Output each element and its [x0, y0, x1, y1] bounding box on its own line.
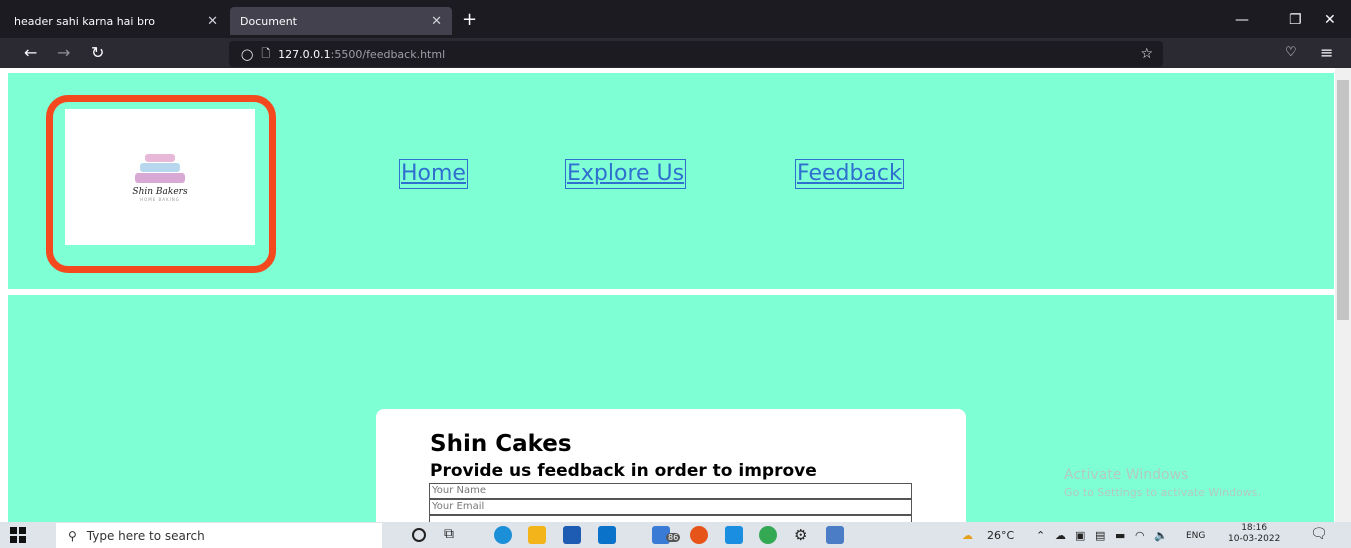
forward-icon[interactable]: →	[57, 43, 70, 63]
tray-icon[interactable]: ▣	[1075, 529, 1085, 542]
activate-windows-title: Activate Windows	[1064, 467, 1189, 483]
close-icon[interactable]: ✕	[431, 14, 442, 29]
cake-tier-icon	[145, 153, 175, 162]
clock[interactable]: 18:16 10-03-2022	[1228, 523, 1280, 545]
mail-icon[interactable]	[598, 526, 616, 544]
tab-title: Document	[240, 14, 297, 28]
weather-icon: ☁	[962, 529, 973, 542]
minimize-icon[interactable]: —	[1235, 12, 1249, 28]
task-view-icon[interactable]: ⧉	[444, 526, 454, 542]
reload-icon[interactable]: ↻	[91, 43, 104, 63]
vscode-icon[interactable]	[725, 526, 743, 544]
back-icon[interactable]: ←	[24, 43, 37, 63]
app-icon[interactable]	[826, 526, 844, 544]
page-viewport: Shin Bakers HOME BAKING Home Explore Us …	[0, 68, 1335, 522]
chevron-up-icon[interactable]: ⌃	[1036, 529, 1045, 542]
close-window-icon[interactable]: ✕	[1324, 12, 1336, 28]
store-icon[interactable]	[563, 526, 581, 544]
url-path: :5500/feedback.html	[330, 47, 446, 61]
tab-document[interactable]: Document ✕	[230, 7, 452, 35]
cake-tier-icon	[135, 172, 185, 183]
search-placeholder: Type here to search	[86, 528, 205, 543]
time: 18:16	[1241, 523, 1268, 533]
edge-icon[interactable]	[494, 526, 512, 544]
card-title: Shin Cakes	[430, 431, 572, 457]
file-explorer-icon[interactable]	[528, 526, 546, 544]
onedrive-icon[interactable]: ☁	[1055, 529, 1066, 542]
logo-subtext: HOME BAKING	[140, 196, 180, 202]
settings-icon[interactable]: ⚙	[794, 526, 807, 544]
search-icon: ⚲	[68, 528, 77, 543]
activate-windows-subtitle: Go to Settings to activate Windows.	[1064, 486, 1262, 499]
badge: 86	[666, 533, 681, 542]
page-icon: 🗋	[261, 46, 271, 60]
tab-title: header sahi karna hai bro	[14, 14, 155, 28]
close-icon[interactable]: ✕	[207, 14, 218, 29]
url-bar[interactable]: ◯ 🗋 127.0.0.1:5500/feedback.html ☆	[229, 41, 1163, 67]
site-header: Shin Bakers HOME BAKING Home Explore Us …	[8, 73, 1334, 289]
cake-tier-icon	[140, 162, 180, 172]
windows-start-icon[interactable]	[10, 527, 26, 543]
message-field[interactable]	[429, 515, 912, 522]
bookmark-star-icon[interactable]: ☆	[1140, 46, 1153, 62]
logo-image[interactable]: Shin Bakers HOME BAKING	[65, 109, 255, 245]
chrome-icon[interactable]	[759, 526, 777, 544]
firefox-icon[interactable]	[690, 526, 708, 544]
email-field[interactable]: Your Email	[429, 499, 912, 515]
nav-link-feedback[interactable]: Feedback	[795, 159, 904, 189]
shield-icon: ◯	[241, 47, 254, 61]
wifi-icon[interactable]: ◠	[1135, 529, 1145, 542]
nav-link-explore-us[interactable]: Explore Us	[565, 159, 687, 189]
feedback-card: Shin Cakes Provide us feedback in order …	[376, 409, 966, 522]
nav-link-home[interactable]: Home	[399, 159, 468, 189]
tray-icon[interactable]: ▤	[1095, 529, 1105, 542]
notifications-icon[interactable]: 🗨	[1310, 526, 1328, 542]
battery-icon[interactable]: ▬	[1115, 529, 1125, 542]
scrollbar-thumb[interactable]	[1337, 80, 1349, 320]
date: 10-03-2022	[1228, 534, 1281, 544]
menu-icon[interactable]: ≡	[1320, 43, 1333, 63]
language[interactable]: ENG	[1186, 531, 1205, 541]
speaker-icon[interactable]: 🔈	[1154, 529, 1168, 542]
logo-text: Shin Bakers	[132, 186, 188, 197]
new-tab-button[interactable]: +	[462, 10, 477, 30]
url-host: 127.0.0.1	[278, 47, 331, 61]
pocket-icon[interactable]: ♡	[1285, 43, 1297, 63]
weather-temp[interactable]: 26°C	[987, 529, 1014, 542]
tab-header-sahi[interactable]: header sahi karna hai bro ✕	[4, 7, 228, 35]
taskbar-search[interactable]: ⚲ Type here to search	[56, 523, 382, 548]
name-field[interactable]: Your Name	[429, 483, 912, 499]
logo-highlight-box: Shin Bakers HOME BAKING	[46, 95, 276, 273]
cortana-icon[interactable]	[412, 528, 426, 542]
card-subtitle: Provide us feedback in order to improve	[430, 461, 817, 481]
restore-icon[interactable]: ❐	[1289, 12, 1302, 28]
